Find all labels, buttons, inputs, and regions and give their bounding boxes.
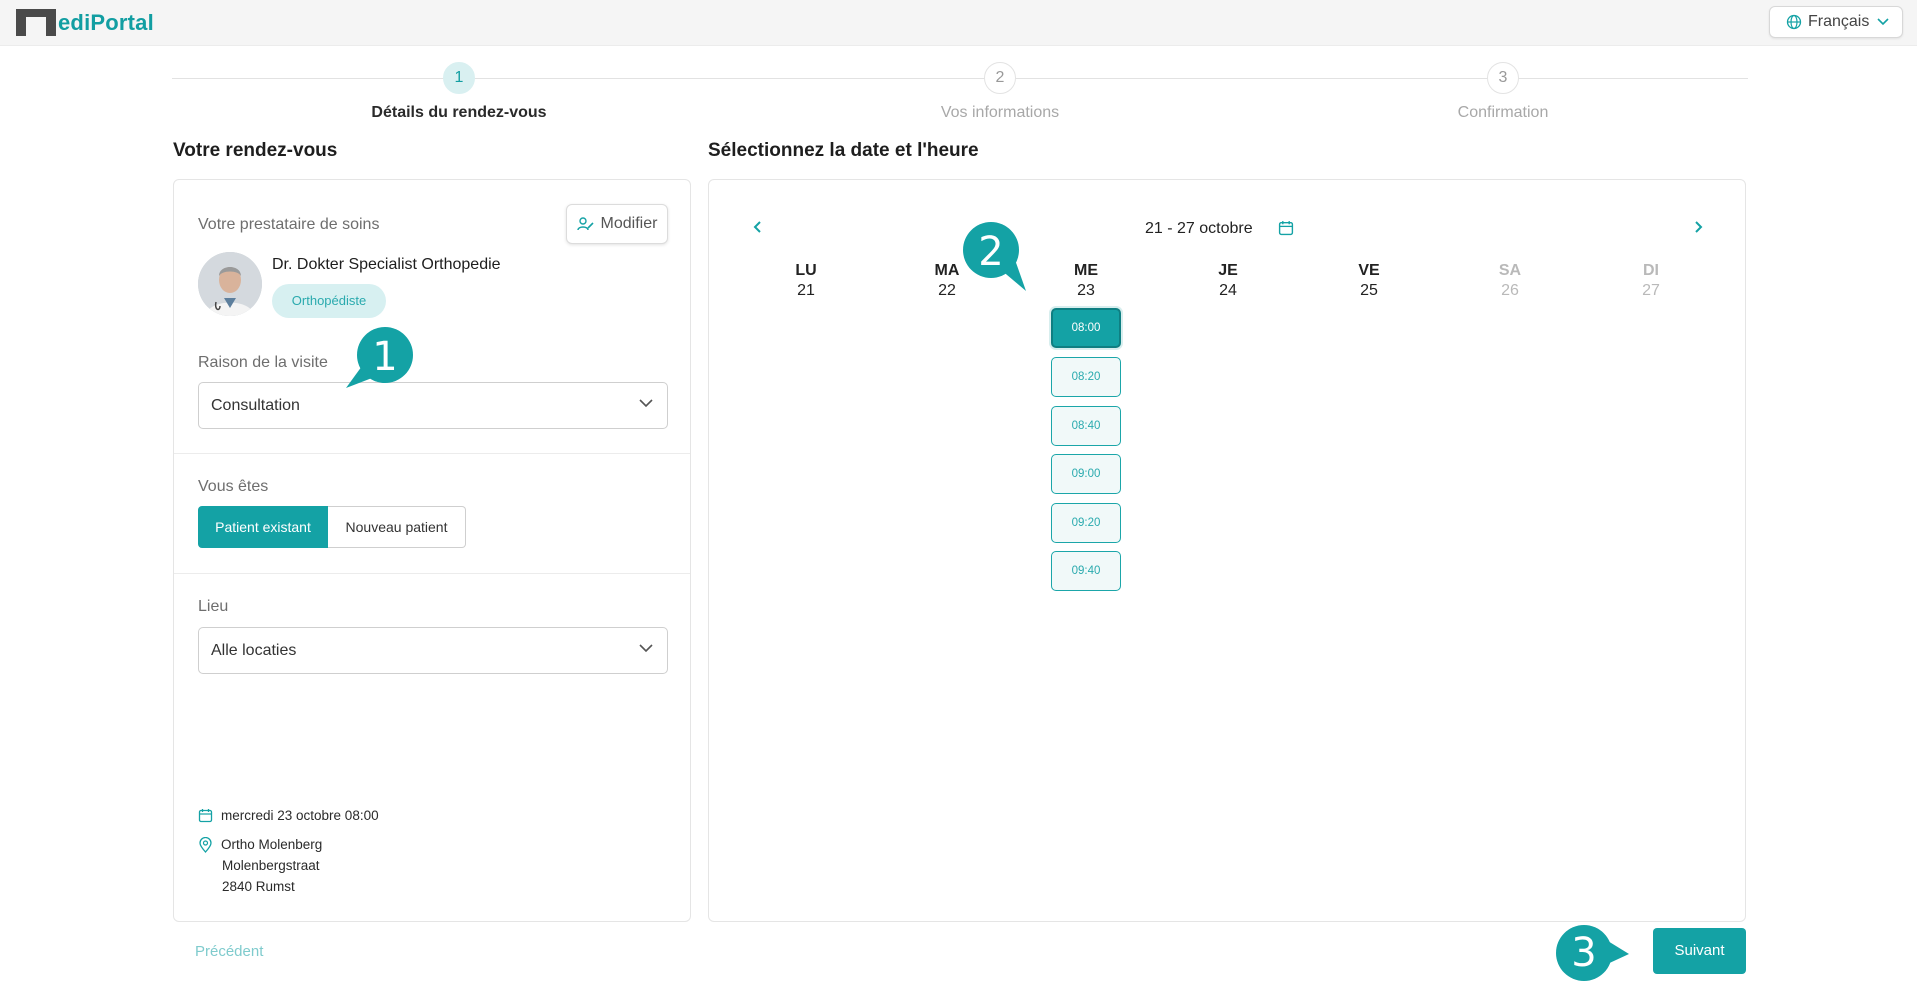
summary-address-street: Molenbergstraat: [222, 858, 320, 873]
day-name: VE: [1358, 262, 1380, 279]
chevron-right-icon[interactable]: [1692, 220, 1704, 234]
appointment-title: Votre rendez-vous: [173, 140, 338, 161]
time-slot[interactable]: 09:00: [1051, 454, 1121, 494]
day-column-fri: VE 25: [1309, 262, 1429, 300]
day-column-wed: ME 23: [1026, 262, 1146, 300]
marker-number: 1: [372, 334, 398, 380]
summary-datetime: mercredi 23 octobre 08:00: [198, 808, 379, 823]
globe-icon: [1786, 14, 1802, 30]
next-button[interactable]: Suivant: [1653, 928, 1746, 974]
previous-link[interactable]: Précédent: [195, 943, 263, 960]
progress-stepper: 1 Détails du rendez-vous 2 Vos informati…: [172, 62, 1748, 122]
summary-address-city: 2840 Rumst: [222, 879, 295, 894]
day-name: DI: [1643, 262, 1659, 279]
mediportal-logo[interactable]: ediPortal: [16, 9, 154, 36]
day-column-mon: LU 21: [746, 262, 866, 300]
doctor-avatar: [198, 252, 262, 316]
marker-number: 3: [1571, 930, 1597, 976]
chevron-left-icon[interactable]: [752, 220, 764, 234]
edit-user-icon: [576, 217, 594, 231]
step-label: Vos informations: [940, 104, 1060, 121]
logo-text: ediPortal: [58, 9, 154, 35]
existing-patient-option[interactable]: Patient existant: [198, 506, 328, 548]
calendar-icon[interactable]: [1278, 220, 1294, 236]
annotation-marker-3: 3: [1553, 922, 1629, 984]
summary-datetime-text: mercredi 23 octobre 08:00: [221, 808, 379, 823]
logo-mark-icon: [16, 9, 56, 36]
step-3: 3 Confirmation: [1353, 62, 1653, 122]
time-slot[interactable]: 08:20: [1051, 357, 1121, 397]
day-column-sat: SA 26: [1450, 262, 1570, 300]
visit-reason-label: Raison de la visite: [198, 354, 328, 371]
doctor-name: Dr. Dokter Specialist Orthopedie: [272, 256, 501, 273]
day-date: 21: [797, 282, 815, 299]
step-number: 3: [1487, 62, 1519, 94]
step-label: Confirmation: [1457, 104, 1549, 121]
location-select[interactable]: Alle locaties: [198, 627, 668, 674]
step-1: 1 Détails du rendez-vous: [309, 62, 609, 122]
divider: [174, 573, 690, 574]
patient-type-label: Vous êtes: [198, 478, 269, 495]
day-name: ME: [1074, 262, 1098, 279]
step-number: 2: [984, 62, 1016, 94]
modify-button[interactable]: Modifier: [566, 204, 668, 244]
annotation-marker-2: 2: [960, 221, 1026, 291]
location-value: Alle locaties: [211, 641, 297, 659]
divider: [174, 453, 690, 454]
day-date: 23: [1077, 282, 1095, 299]
day-name: JE: [1218, 262, 1238, 279]
day-name: SA: [1498, 262, 1522, 279]
day-column-thu: JE 24: [1168, 262, 1288, 300]
day-date: 27: [1642, 282, 1660, 299]
step-number: 1: [443, 62, 475, 94]
step-2: 2 Vos informations: [850, 62, 1150, 122]
new-patient-option[interactable]: Nouveau patient: [328, 506, 466, 548]
summary-address-name: Ortho Molenberg: [221, 837, 323, 852]
top-bar: ediPortal Français: [0, 0, 1917, 46]
language-label: Français: [1808, 13, 1870, 30]
day-date: 26: [1501, 282, 1519, 299]
chevron-down-icon: [639, 399, 653, 408]
week-range: 21 - 27 octobre: [1145, 220, 1253, 237]
modify-label: Modifier: [600, 215, 658, 232]
appointment-details-card: Votre prestataire de soins Modifier Dr. …: [173, 179, 691, 922]
time-slot-selected[interactable]: 08:00: [1051, 308, 1121, 348]
time-slot[interactable]: 09:20: [1051, 503, 1121, 543]
location-pin-icon: [199, 837, 212, 853]
chevron-down-icon: [639, 644, 653, 653]
chevron-down-icon: [1877, 18, 1889, 26]
day-date: 24: [1219, 282, 1237, 299]
step-label: Détails du rendez-vous: [371, 104, 547, 121]
language-selector[interactable]: Français: [1769, 6, 1903, 38]
time-slot[interactable]: 08:40: [1051, 406, 1121, 446]
provider-label: Votre prestataire de soins: [198, 216, 380, 233]
date-time-card: 21 - 27 octobre LU 21 MA 22 ME 23 JE 24 …: [708, 179, 1746, 922]
date-time-title: Sélectionnez la date et l'heure: [708, 140, 979, 161]
patient-type-toggle: Patient existant Nouveau patient: [198, 506, 466, 548]
specialty-badge: Orthopédiste: [272, 284, 386, 318]
summary-address: Ortho Molenberg: [198, 837, 322, 853]
visit-reason-value: Consultation: [211, 396, 300, 414]
day-name: LU: [795, 262, 817, 279]
time-slot[interactable]: 09:40: [1051, 551, 1121, 591]
location-label: Lieu: [198, 598, 229, 615]
annotation-marker-1: 1: [346, 326, 416, 388]
marker-number: 2: [978, 229, 1004, 275]
day-date: 25: [1360, 282, 1378, 299]
calendar-icon: [198, 809, 213, 823]
day-date: 22: [938, 282, 956, 299]
day-column-sun: DI 27: [1591, 262, 1711, 300]
visit-reason-select[interactable]: Consultation: [198, 382, 668, 429]
